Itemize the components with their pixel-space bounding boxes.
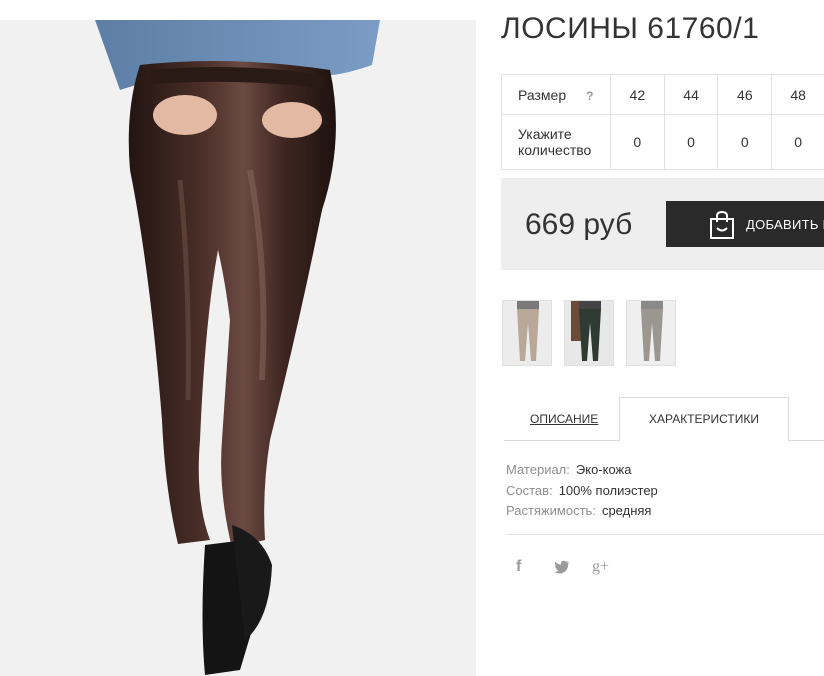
product-tabs: ОПИСАНИЕ ХАРАКТЕРИСТИКИ — [504, 397, 824, 442]
thumbnail-green-leggings[interactable] — [564, 300, 614, 366]
quantity-input-48[interactable]: 0 — [771, 114, 824, 170]
tab-description[interactable]: ОПИСАНИЕ — [530, 412, 598, 426]
size-row: Размер? 42 44 46 48 — [501, 74, 824, 115]
spec-value: Эко-кожа — [575, 462, 632, 477]
thumbnail-beige-leggings[interactable] — [502, 300, 552, 366]
shopping-bag-icon — [708, 210, 736, 243]
spec-row-composition: Состав: 100% полиэстер — [506, 481, 658, 502]
main-product-photo[interactable] — [0, 20, 476, 676]
spec-value: 100% полиэстер — [558, 482, 658, 498]
spec-key: Состав: — [506, 482, 553, 498]
size-row-label: Размер — [518, 86, 567, 103]
product-price: 669 руб — [525, 208, 633, 241]
spec-row-material: Материал: Эко-кожа — [506, 460, 658, 481]
spec-key: Растяжимость: — [506, 503, 596, 518]
quantity-input-42[interactable]: 0 — [609, 114, 665, 170]
characteristics-list: Материал: Эко-кожа Состав: 100% полиэстер … — [506, 460, 658, 522]
quantity-value[interactable]: 0 — [794, 134, 802, 150]
quantity-row: Укажите количество 0 0 0 0 — [501, 114, 824, 170]
tab-characteristics[interactable]: ХАРАКТЕРИСТИКИ — [619, 397, 789, 442]
quantity-input-44[interactable]: 0 — [663, 114, 719, 170]
thumbnail-grey-leggings[interactable] — [626, 300, 676, 366]
quantity-value[interactable]: 0 — [741, 134, 749, 150]
size-help-icon[interactable]: ? — [586, 89, 593, 103]
leggings-photo-illustration — [0, 20, 476, 676]
facebook-icon[interactable]: f — [516, 558, 521, 576]
size-48: 48 — [771, 74, 824, 115]
size-quantity-table: Размер? 42 44 46 48 Укажите количество 0… — [501, 74, 824, 170]
size-46: 46 — [717, 74, 773, 115]
quantity-input-46[interactable]: 0 — [717, 114, 773, 170]
twitter-icon[interactable] — [554, 560, 570, 579]
add-to-cart-button[interactable]: ДОБАВИТЬ В КОРЗИНУ — [666, 201, 824, 247]
size-44: 44 — [663, 74, 719, 115]
size-row-label-cell: Размер? — [501, 74, 611, 115]
size-42: 42 — [609, 74, 665, 115]
quantity-value[interactable]: 0 — [687, 134, 695, 150]
spec-row-stretch: Растяжимость: средняя — [506, 501, 658, 522]
google-plus-icon[interactable]: g+ — [592, 558, 609, 576]
quantity-label-text: Укажите количество — [518, 126, 592, 158]
spec-key: Материал: — [506, 462, 570, 477]
section-divider — [506, 534, 824, 535]
quantity-value[interactable]: 0 — [633, 134, 641, 150]
add-to-cart-label: ДОБАВИТЬ В КОРЗИНУ — [746, 217, 824, 232]
quantity-row-label: Укажите количество — [501, 114, 611, 170]
product-title: ЛОСИНЫ 61760/1 — [501, 12, 760, 45]
buy-box: 669 руб ДОБАВИТЬ В КОРЗИНУ — [501, 178, 824, 270]
spec-value: средняя — [601, 503, 652, 518]
